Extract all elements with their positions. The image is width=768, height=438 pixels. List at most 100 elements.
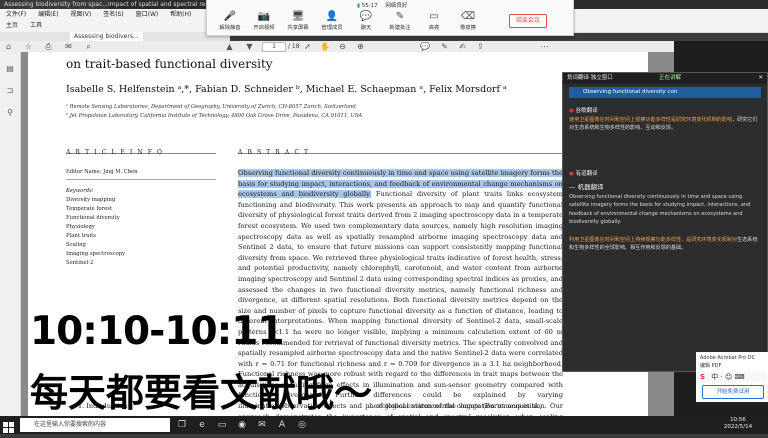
taskbar: 在这里输入你要搜索的内容 ❐ e ▭ ◉ ✉ A ◎ 10:56 2022/5/…: [0, 416, 768, 434]
home-icon[interactable]: ⌂: [4, 42, 13, 51]
translator-title-bar[interactable]: 划词翻译·独立窗口 正在讲解 ✕: [563, 73, 767, 84]
menu-file[interactable]: 文件(F): [6, 11, 26, 18]
paper-title: on trait-based functional diversity: [66, 57, 273, 71]
page-number-input[interactable]: 1: [262, 42, 286, 52]
ime-toolbar[interactable]: S 中 · ☺ ⌨: [697, 372, 767, 382]
members-button[interactable]: 👤 管理成员: [315, 11, 349, 31]
menu-help[interactable]: 帮助(H): [170, 11, 191, 18]
taskbar-search-input[interactable]: 在这里输入你要搜索的内容: [20, 418, 170, 432]
hand-icon[interactable]: ✋: [320, 42, 330, 51]
annotate-button[interactable]: ✎ 新建批注: [383, 11, 417, 31]
keyword: Temperate forest: [66, 206, 113, 212]
keyword: Physiology: [66, 224, 95, 230]
meeting-status: ▮ 55:17 网络良好: [357, 3, 408, 9]
prev-page-icon[interactable]: ▲: [225, 42, 234, 51]
zoom-out-icon[interactable]: ⊖: [338, 42, 347, 51]
ime-status-icons: 中 · ☺ ⌨: [711, 373, 745, 381]
promo-subtitle: 编辑 PDF: [700, 363, 722, 369]
keyword: Scaling: [66, 242, 86, 248]
machine-translate-english: Observing functional diversity continuou…: [569, 194, 751, 225]
screen-icon: 🖥: [291, 11, 305, 22]
task-view-icon[interactable]: ❐: [176, 419, 188, 431]
time-range-caption: 10:10-10:11: [30, 309, 284, 354]
select-cursor-icon[interactable]: ➚: [303, 42, 312, 51]
meeting-control-bar: ▮ 55:17 网络良好 🎤 解除静音 📷 开启视频 🖥 共享屏幕 👤 管理成员 💬 聊天…: [206, 0, 574, 36]
share-screen-button[interactable]: 🖥 共享屏幕: [281, 11, 315, 31]
keyword: Plant traits: [66, 233, 96, 239]
windows-start-icon[interactable]: [3, 419, 15, 433]
mic-icon: 🎤: [223, 11, 237, 22]
abstract-heading: A B S T R A C T: [238, 149, 310, 156]
machine-translate-result: 利用卫星图像在时间和空间上持续观察功能多样性，是研究环境变化机制对生态系统和生物…: [569, 237, 758, 252]
mail-icon[interactable]: ✉: [64, 42, 73, 51]
tab-1[interactable]: Assessing biodiversity from spac...: [0, 0, 108, 9]
chrome-icon[interactable]: ◉: [236, 419, 248, 431]
menu-window[interactable]: 窗口(W): [136, 11, 159, 18]
presenter-label: 正在讲解: [659, 75, 682, 81]
menu-edit[interactable]: 编辑(E): [38, 11, 58, 18]
google-translate-section[interactable]: ● 谷歌翻译: [569, 106, 598, 114]
document-tabs: Assessing biodivers...: [0, 32, 230, 41]
print-icon[interactable]: ⎙: [44, 42, 53, 51]
introduction-text: ... of global environmental change (Bart…: [368, 402, 542, 410]
tools-tab[interactable]: 工具: [30, 22, 42, 29]
slogan-caption: 每天都要看文献哦～: [30, 371, 373, 415]
document-tab[interactable]: Assessing biodivers...: [70, 32, 143, 41]
next-page-icon[interactable]: ▼: [245, 42, 254, 51]
paper-authors: Isabelle S. Helfenstein ᵃ,*, Fabian D. S…: [66, 84, 507, 95]
translator-window[interactable]: 划词翻译·独立窗口 正在讲解 ✕ Observing functional di…: [562, 72, 768, 372]
chat-button[interactable]: 💬 聊天: [349, 11, 383, 31]
bookmark-icon[interactable]: ☆: [24, 42, 33, 51]
article-info-heading: A R T I C L E I N F O: [66, 149, 164, 156]
bookmarks-icon[interactable]: ⊐: [5, 86, 15, 96]
end-meeting-button[interactable]: 结束会议: [509, 14, 547, 28]
comment-icon[interactable]: 💬: [420, 42, 430, 51]
eraser-button[interactable]: ⌫ 橡皮擦: [451, 11, 485, 31]
translator-title: 划词翻译·独立窗口: [567, 75, 613, 81]
meeting-app-icon[interactable]: ◎: [296, 419, 308, 431]
left-side-panel: ▤ ⊐ ⚲: [0, 52, 21, 416]
menu-sign[interactable]: 签名(S): [103, 11, 124, 18]
signal-icon: ▮: [357, 3, 361, 9]
pen-icon[interactable]: ✎: [440, 42, 449, 51]
camera-icon: 📷: [257, 11, 271, 22]
taskbar-clock[interactable]: 10:56 2022/5/14: [718, 417, 758, 431]
machine-translate-section: — 机器翻译: [569, 183, 604, 191]
share-icon[interactable]: ⇪: [476, 42, 485, 51]
acrobat-icon[interactable]: A: [276, 419, 288, 431]
highlighter-icon: ▭: [429, 11, 439, 22]
sign-icon[interactable]: ✍: [458, 42, 467, 51]
ime-logo-icon: S: [700, 373, 706, 381]
attachments-icon[interactable]: ⚲: [5, 108, 15, 118]
home-tab[interactable]: 主页: [6, 22, 18, 29]
page-total: / 18: [288, 43, 300, 50]
edge-icon[interactable]: e: [196, 419, 208, 431]
eraser-icon: ⌫: [460, 11, 476, 22]
tab-2[interactable]: Impact of spatial and spectral reso...: [104, 0, 212, 9]
youdao-icon: ●: [569, 171, 574, 177]
menu-view[interactable]: 视图(V): [70, 11, 91, 18]
affiliation-b: ᵇ Jet Propulsion Laboratory, California …: [66, 113, 363, 119]
chat-icon: 💬: [359, 11, 373, 22]
more-icon[interactable]: ⋯: [540, 42, 549, 51]
google-icon: ●: [569, 108, 574, 114]
keyword: Sentinel-2: [66, 260, 94, 266]
google-translate-result: 使用卫星图像在时间和空间上观察功能多样性是研究环境变化机制的影响，研究它们对生态…: [569, 117, 758, 132]
close-icon[interactable]: ✕: [758, 73, 763, 84]
promo-title: Adobe Acrobat Pro DC: [700, 355, 756, 361]
wechat-icon[interactable]: ✉: [256, 419, 268, 431]
search-icon[interactable]: ⌕: [84, 42, 93, 51]
highlight-button[interactable]: ▭ 高亮: [417, 11, 451, 31]
translator-source-input[interactable]: Observing functional diversity con: [569, 87, 761, 98]
free-trial-button[interactable]: 开始免费试用: [702, 385, 764, 399]
video-button[interactable]: 📷 开启视频: [247, 11, 281, 31]
keyword: Diversity mapping: [66, 197, 116, 203]
youdao-translate-section[interactable]: ● 有道翻译: [569, 169, 598, 177]
keyword: Functional diversity: [66, 215, 120, 221]
folder-icon[interactable]: ▭: [216, 419, 228, 431]
editor-name: Editor Name: Jing M. Chen: [66, 169, 138, 175]
unmute-button[interactable]: 🎤 解除静音: [213, 11, 247, 31]
zoom-in-icon[interactable]: ⊕: [356, 42, 365, 51]
divider: [66, 179, 216, 180]
page-thumbnails-icon[interactable]: ▤: [5, 64, 15, 74]
